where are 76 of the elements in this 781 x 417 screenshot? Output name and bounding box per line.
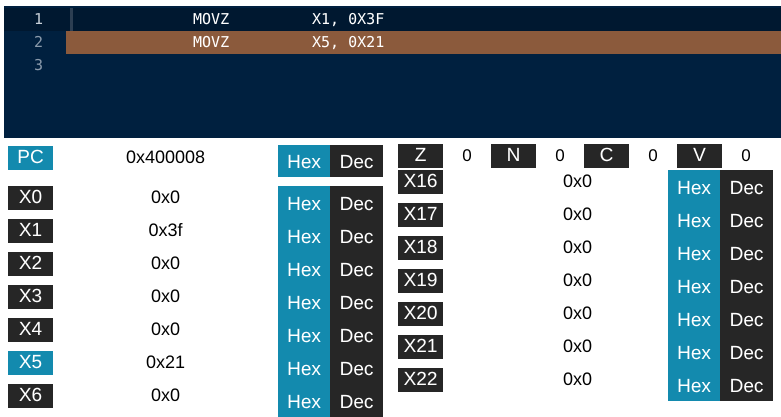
format-toggle-button[interactable]: Hex	[668, 203, 720, 236]
register-value: 0x0	[562, 170, 594, 192]
line-number: 1	[33, 9, 44, 30]
format-toggle-button[interactable]: Hex	[278, 351, 330, 384]
format-toggle-button[interactable]: Hex	[668, 302, 720, 335]
format-toggle-button[interactable]: Hex	[668, 335, 720, 368]
flag-value: 0	[554, 146, 566, 166]
format-toggle-button[interactable]: Hex	[278, 384, 330, 417]
register-value: 0x0	[562, 203, 594, 225]
format-toggle-button[interactable]: Dec	[720, 170, 773, 203]
format-toggle-button[interactable]: Dec	[330, 145, 383, 177]
format-toggle-button[interactable]: Hex	[278, 145, 330, 177]
format-toggle-button[interactable]: Dec	[330, 384, 383, 417]
register-value: 0x0	[562, 302, 594, 324]
flag-value: 0	[647, 146, 659, 166]
flag-label: Z	[398, 144, 443, 168]
code-editor[interactable]: 1 MOVZ X1, 0X3F 2 MOVZ X5, 0X21 3	[4, 6, 781, 138]
format-toggle-button[interactable]: Hex	[668, 269, 720, 302]
register-value: 0x0	[150, 384, 182, 406]
format-toggle-button[interactable]: Hex	[278, 318, 330, 351]
register-label: X17	[398, 203, 443, 227]
format-toggle-button[interactable]: Dec	[720, 335, 773, 368]
format-toggle-button[interactable]: Dec	[720, 302, 773, 335]
register-label: X6	[8, 384, 53, 408]
format-toggle-button[interactable]: Hex	[668, 368, 720, 401]
register-label: X22	[398, 368, 443, 392]
register-value: 0x0	[562, 335, 594, 357]
register-label: X18	[398, 236, 443, 260]
format-toggle-button[interactable]: Dec	[720, 368, 773, 401]
instruction-mnemonic: MOVZ	[193, 9, 230, 30]
format-toggle-button[interactable]: Hex	[278, 219, 330, 252]
format-toggle-button[interactable]: Dec	[720, 236, 773, 269]
format-toggle-button[interactable]: Dec	[720, 203, 773, 236]
format-toggle-button[interactable]: Hex	[668, 170, 720, 203]
format-toggle-button[interactable]: Dec	[330, 186, 383, 219]
register-value: 0x0	[150, 285, 182, 307]
register-label: X21	[398, 335, 443, 359]
register-value: 0x0	[562, 269, 594, 291]
register-value: 0x0	[150, 318, 182, 340]
register-label: X1	[8, 219, 53, 243]
register-label: X19	[398, 269, 443, 293]
register-label: PC	[8, 146, 53, 170]
register-value: 0x0	[150, 252, 182, 274]
register-value: 0x0	[562, 236, 594, 258]
register-label: X20	[398, 302, 443, 326]
format-toggle-button[interactable]: Dec	[330, 351, 383, 384]
register-value: 0x3f	[147, 219, 184, 241]
register-label: X0	[8, 186, 53, 210]
flag-value: 0	[461, 146, 473, 166]
register-label: X2	[8, 252, 53, 276]
register-value: 0x400008	[124, 146, 206, 168]
format-toggle-button[interactable]: Dec	[330, 252, 383, 285]
format-toggle-button[interactable]: Hex	[278, 252, 330, 285]
format-toggle-button[interactable]: Hex	[278, 285, 330, 318]
line-number: 2	[33, 32, 44, 53]
format-toggle-button[interactable]: Hex	[278, 186, 330, 219]
register-label: X5	[8, 351, 53, 375]
format-toggle-button[interactable]: Dec	[330, 219, 383, 252]
register-value: 0x0	[150, 186, 182, 208]
register-value: 0x21	[144, 351, 186, 373]
flag-label: N	[491, 144, 536, 168]
format-toggle-button[interactable]: Dec	[720, 269, 773, 302]
format-toggle-button[interactable]: Dec	[330, 285, 383, 318]
instruction-operands: X1, 0X3F	[312, 9, 384, 30]
flag-label: V	[677, 144, 722, 168]
register-label: X3	[8, 285, 53, 309]
flag-value: 0	[740, 146, 752, 166]
register-label: X16	[398, 170, 443, 194]
register-label: X4	[8, 318, 53, 342]
flag-label: C	[584, 144, 629, 168]
format-toggle-button[interactable]: Hex	[668, 236, 720, 269]
instruction-mnemonic: MOVZ	[193, 32, 230, 53]
line-number: 3	[33, 55, 44, 76]
format-toggle-button[interactable]: Dec	[330, 318, 383, 351]
instruction-operands: X5, 0X21	[312, 32, 384, 53]
register-value: 0x0	[562, 368, 594, 390]
